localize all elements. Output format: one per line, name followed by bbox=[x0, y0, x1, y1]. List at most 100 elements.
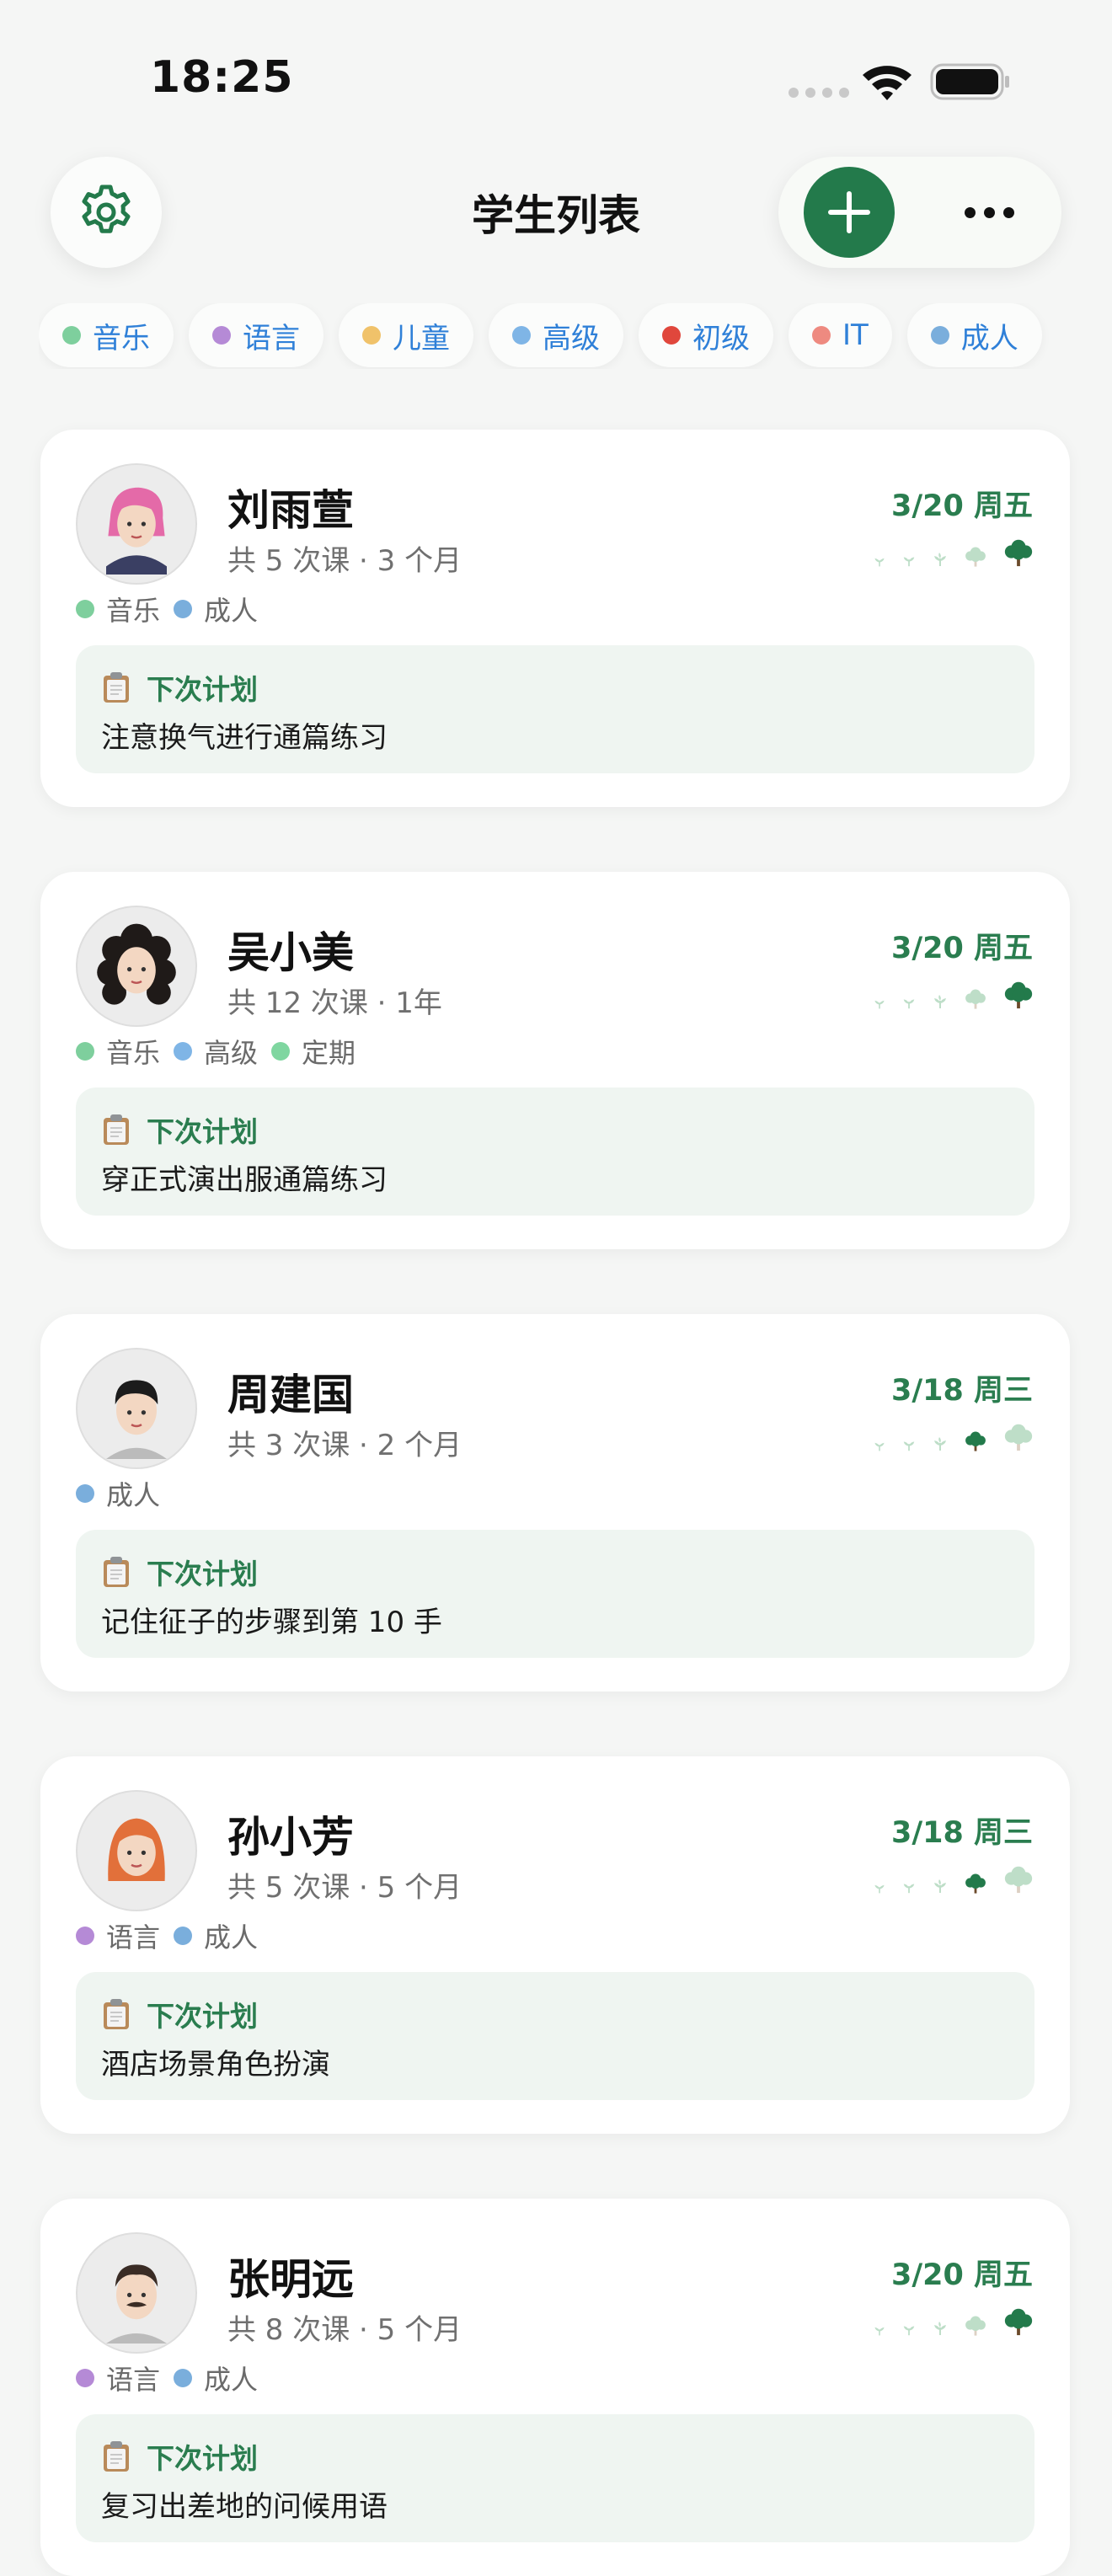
tag-list: 音乐 高级 定期 bbox=[76, 1032, 356, 1071]
lesson-summary: 共 3 次课 · 2 个月 bbox=[227, 1429, 462, 1462]
student-card[interactable]: 孙小芳共 5 次课 · 5 个月 3/18 周三 语言 成人 下次计划 酒店场景角色扮演 bbox=[40, 1756, 1070, 2134]
student-tag: 成人 bbox=[174, 590, 258, 628]
growth-progress bbox=[873, 1415, 1034, 1452]
add-student-button[interactable] bbox=[804, 167, 895, 258]
wifi-icon bbox=[863, 66, 912, 100]
growth-stage-icon bbox=[901, 553, 917, 568]
tag-label: 定期 bbox=[302, 1037, 356, 1069]
student-card[interactable]: 刘雨萱共 5 次课 · 3 个月 3/20 周五音乐 成人下次计划注意换气进行通篇练… bbox=[40, 430, 1070, 807]
tag-label: 成人 bbox=[204, 2364, 259, 2396]
next-plan-label: 下次计划 bbox=[147, 673, 258, 706]
color-dot bbox=[76, 1042, 94, 1061]
student-tag: 音乐 bbox=[76, 1032, 160, 1071]
student-name: 刘雨萱 bbox=[227, 486, 354, 535]
filter-chip-label: 高级 bbox=[543, 321, 600, 355]
growth-stage-icon bbox=[932, 993, 949, 1010]
avatar bbox=[76, 1348, 197, 1469]
last-lesson-date: 3/20 周五 bbox=[890, 489, 1033, 523]
student-tag: 语言 bbox=[76, 1916, 160, 1955]
next-plan-text: 注意换气进行通篇练习 bbox=[101, 721, 388, 755]
filter-chip[interactable]: 儿童 bbox=[339, 303, 473, 367]
lesson-summary: 共 5 次课 · 3 个月 bbox=[227, 544, 462, 578]
color-dot bbox=[76, 2369, 94, 2387]
growth-stage-icon bbox=[873, 997, 886, 1010]
tag-list: 语言 成人 bbox=[76, 2359, 258, 2397]
growth-progress bbox=[873, 973, 1034, 1010]
growth-progress bbox=[873, 1857, 1034, 1895]
color-dot bbox=[174, 1042, 193, 1061]
color-dot bbox=[812, 326, 831, 345]
next-plan-header: 下次计划 bbox=[101, 1109, 258, 1150]
color-dot bbox=[930, 326, 949, 345]
filter-chip[interactable]: 初级 bbox=[639, 303, 773, 367]
growth-stage-icon bbox=[873, 2323, 886, 2337]
student-name: 吴小美 bbox=[227, 928, 354, 977]
last-lesson-date: 3/18 周三 bbox=[890, 1816, 1033, 1850]
nav-actions bbox=[778, 157, 1061, 268]
clipboard-icon bbox=[104, 1114, 129, 1145]
student-name: 张明远 bbox=[227, 2255, 354, 2304]
battery-icon bbox=[930, 63, 1009, 100]
student-tag: 成人 bbox=[174, 2359, 258, 2397]
filter-chip[interactable]: IT bbox=[789, 303, 892, 367]
growth-stage-icon bbox=[964, 986, 987, 1010]
filter-chip-label: 音乐 bbox=[93, 321, 150, 355]
student-card[interactable]: 周建国共 3 次课 · 2 个月 3/18 周三 成人 下次计划 记住征子的步骤到第 1… bbox=[40, 1314, 1070, 1692]
filter-chip[interactable]: 成人 bbox=[906, 303, 1042, 367]
color-dot bbox=[512, 326, 531, 345]
filter-chip-label: 初级 bbox=[692, 321, 750, 355]
tag-label: 成人 bbox=[204, 1921, 259, 1953]
filter-chip-label: 语言 bbox=[243, 321, 300, 355]
filter-chip-label: 儿童 bbox=[393, 321, 450, 355]
color-dot bbox=[62, 326, 81, 345]
filter-chip[interactable]: 语言 bbox=[189, 303, 323, 367]
student-card[interactable]: 张明远共 8 次课 · 5 个月 3/20 周五 语言 成人 下次计划 复习出差地的问候用… bbox=[40, 2199, 1070, 2576]
growth-stage-icon bbox=[1002, 1420, 1034, 1452]
cellular-signal-icon bbox=[789, 88, 849, 98]
growth-stage-icon bbox=[964, 1429, 987, 1452]
tag-label: 音乐 bbox=[106, 595, 161, 627]
next-plan-header: 下次计划 bbox=[101, 1994, 258, 2034]
avatar bbox=[76, 463, 197, 585]
next-plan-box: 下次计划 穿正式演出服通篇练习 bbox=[76, 1088, 1034, 1216]
growth-stage-icon bbox=[873, 554, 886, 568]
next-plan-header: 下次计划 bbox=[101, 667, 258, 708]
growth-stage-icon bbox=[901, 1879, 917, 1895]
color-dot bbox=[174, 1927, 193, 1945]
student-name: 周建国 bbox=[227, 1371, 354, 1419]
clipboard-icon bbox=[104, 1999, 129, 2029]
growth-stage-icon bbox=[932, 1435, 949, 1452]
next-plan-header: 下次计划 bbox=[101, 2436, 258, 2477]
status-bar: 18:25 bbox=[0, 0, 1112, 135]
avatar bbox=[76, 906, 197, 1027]
color-dot bbox=[271, 1042, 291, 1061]
growth-stage-icon bbox=[901, 1437, 917, 1452]
student-card[interactable]: 吴小美共 12 次课 · 1年 3/20 周五 音乐 高级 定期 下次计划 穿正式演出服通篇… bbox=[40, 872, 1070, 1249]
color-dot bbox=[212, 326, 231, 345]
growth-stage-icon bbox=[932, 551, 949, 568]
growth-stage-icon bbox=[1002, 1863, 1034, 1895]
student-tag: 定期 bbox=[271, 1032, 356, 1071]
growth-stage-icon bbox=[932, 2320, 949, 2337]
next-plan-label: 下次计划 bbox=[147, 1115, 258, 1148]
filter-chip-bar: 音乐 语言 儿童 高级 初级 IT 成人 bbox=[39, 303, 1112, 369]
lesson-summary: 共 12 次课 · 1年 bbox=[227, 986, 442, 1020]
color-dot bbox=[76, 1484, 94, 1503]
growth-stage-icon bbox=[901, 995, 917, 1010]
next-plan-label: 下次计划 bbox=[147, 2000, 258, 2033]
next-plan-text: 复习出差地的问候用语 bbox=[101, 2490, 388, 2524]
tag-label: 成人 bbox=[204, 595, 259, 627]
next-plan-text: 酒店场景角色扮演 bbox=[101, 2048, 330, 2082]
growth-stage-icon bbox=[1002, 536, 1034, 568]
growth-stage-icon bbox=[873, 1439, 886, 1452]
tag-label: 成人 bbox=[106, 1479, 161, 1511]
filter-chip[interactable]: 音乐 bbox=[39, 303, 174, 367]
more-options-button[interactable] bbox=[947, 189, 1031, 236]
tag-label: 语言 bbox=[106, 2364, 161, 2396]
tag-label: 高级 bbox=[204, 1037, 259, 1069]
tag-label: 音乐 bbox=[106, 1037, 161, 1069]
clipboard-icon bbox=[104, 1557, 129, 1587]
filter-chip[interactable]: 高级 bbox=[489, 303, 623, 367]
next-plan-box: 下次计划注意换气进行通篇练习 bbox=[76, 645, 1034, 773]
avatar bbox=[76, 1790, 197, 1911]
